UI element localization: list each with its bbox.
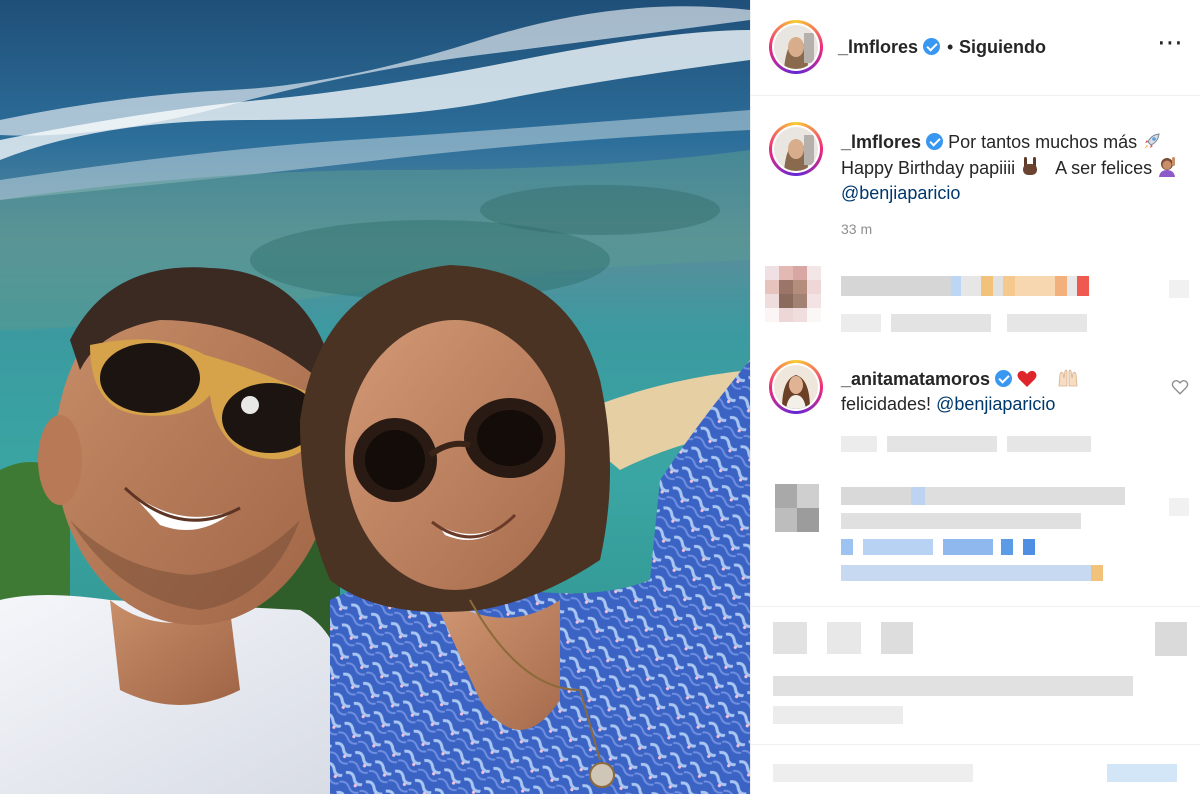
blurred-like-button[interactable] bbox=[773, 622, 807, 654]
blurred-like-icon bbox=[1169, 280, 1189, 298]
author-username[interactable]: _lmflores bbox=[838, 37, 941, 58]
woman-raising-hand-emoji-icon bbox=[1159, 157, 1176, 177]
caption-author-avatar[interactable] bbox=[769, 122, 823, 176]
verified-badge-icon bbox=[923, 38, 941, 55]
comment-mention-link[interactable]: @benjiaparicio bbox=[936, 394, 1055, 414]
post-side-panel: _lmflores • Siguiendo ⋯ _lmflores Por ta… bbox=[750, 0, 1200, 794]
author-avatar[interactable] bbox=[769, 20, 823, 74]
verified-badge-icon bbox=[995, 370, 1013, 387]
blurred-avatar bbox=[765, 266, 821, 322]
caption-mention-link[interactable]: @benjiaparicio bbox=[841, 183, 960, 203]
blurred-comment-text bbox=[841, 487, 1131, 505]
caption-line-2b: A ser felices bbox=[1055, 158, 1153, 178]
caption-avatar-image bbox=[774, 127, 818, 171]
blurred-comment-meta bbox=[841, 436, 1091, 452]
divider bbox=[751, 606, 1200, 607]
blurred-avatar bbox=[775, 484, 819, 532]
blurred-mention-links bbox=[841, 539, 1041, 555]
blurred-comment-meta bbox=[841, 314, 1091, 332]
commenter-avatar-image bbox=[774, 365, 818, 409]
post-caption: _lmflores Por tantos muchos más Happy Bi… bbox=[841, 130, 1191, 206]
comment-username[interactable]: _anitamatamoros bbox=[841, 369, 990, 389]
post-image bbox=[0, 0, 750, 794]
author-avatar-image bbox=[774, 25, 818, 69]
comment-text: felicidades! bbox=[841, 394, 932, 414]
caption-username[interactable]: _lmflores bbox=[841, 132, 921, 152]
rock-hand-emoji-icon bbox=[1023, 157, 1038, 175]
verified-badge-icon bbox=[926, 133, 944, 150]
post-photo bbox=[0, 0, 750, 794]
blurred-share-button[interactable] bbox=[881, 622, 913, 654]
comment: _anitamatamoros felicidades! @benjiapari… bbox=[841, 367, 1161, 417]
raised-hands-emoji-icon bbox=[1058, 369, 1078, 387]
like-heart-icon[interactable] bbox=[1171, 378, 1189, 396]
post-timestamp[interactable]: 33 m bbox=[841, 221, 872, 237]
blurred-mention-links bbox=[841, 565, 1111, 581]
rocket-emoji-icon bbox=[1144, 133, 1160, 149]
commenter-avatar[interactable] bbox=[769, 360, 823, 414]
caption-line-2: Happy Birthday papiiii bbox=[841, 158, 1016, 178]
blurred-comment-text bbox=[841, 276, 1101, 296]
red-heart-emoji-icon bbox=[1017, 370, 1037, 387]
post-header: _lmflores • Siguiendo ⋯ bbox=[751, 0, 1200, 96]
blurred-post-date bbox=[773, 706, 903, 724]
blurred-add-comment-input[interactable] bbox=[773, 764, 973, 782]
blurred-like-icon bbox=[1169, 498, 1189, 516]
blurred-comment-text bbox=[841, 513, 1091, 529]
blurred-publish-button[interactable] bbox=[1107, 764, 1177, 782]
blurred-comment-button[interactable] bbox=[827, 622, 861, 654]
blurred-likes-count bbox=[773, 676, 1133, 696]
author-username-text[interactable]: _lmflores bbox=[838, 37, 918, 57]
more-options-icon[interactable]: ⋯ bbox=[1157, 29, 1183, 60]
divider bbox=[751, 744, 1200, 745]
blurred-save-button[interactable] bbox=[1155, 622, 1187, 656]
header-separator: • bbox=[947, 37, 954, 57]
following-button[interactable]: Siguiendo bbox=[959, 37, 1046, 58]
caption-line-1: Por tantos muchos más bbox=[948, 132, 1138, 152]
